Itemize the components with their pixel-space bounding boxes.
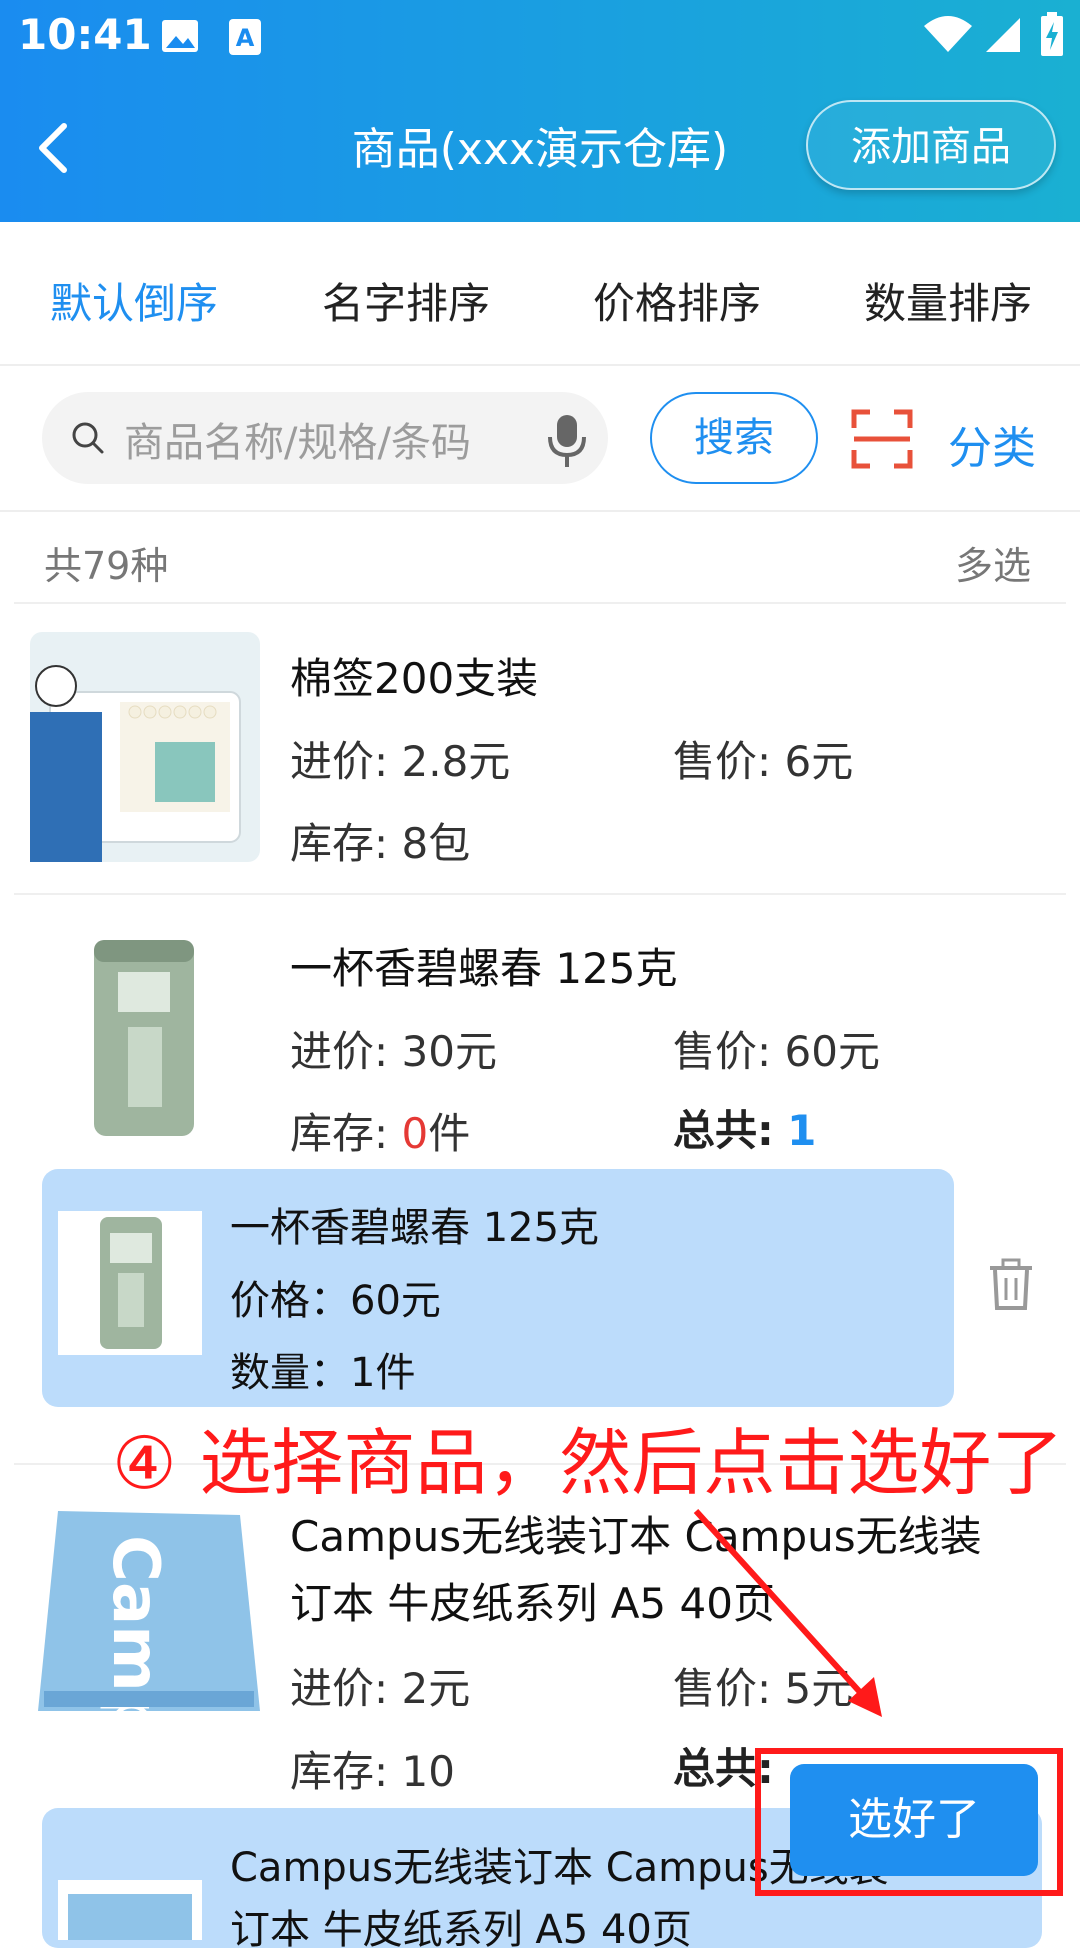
selected-item-name-line2: 订本 牛皮纸系列 A5 40页 [230,1907,692,1953]
annotation-text: ④ 选择商品，然后点击选好了 [112,1421,1064,1505]
annotation-arrow-icon [693,1508,882,1717]
divider [0,364,1080,366]
product-name: 棉签200支装 [290,654,539,703]
stock: 库存: 0件 [290,1109,471,1158]
divider [14,893,1066,895]
tab-quantity-sort[interactable]: 数量排序 [864,270,1032,331]
category-button[interactable]: 分类 [948,412,1036,476]
image-icon [162,20,198,52]
sale-price: 售价: 60元 [673,1027,880,1076]
svg-text:Campus: Campus [98,1535,172,1717]
add-product-button[interactable]: 添加商品 [806,100,1056,190]
selected-item-quantity: 数量：1件 [230,1350,416,1396]
signal-icon [986,18,1020,52]
search-placeholder: 商品名称/规格/条码 [124,420,471,466]
total-count: 总共: 1 [673,1106,817,1155]
selected-item-image [58,1880,202,1940]
cost-price: 进价: 2元 [290,1664,471,1713]
product-image[interactable] [30,632,260,862]
tab-default-desc[interactable]: 默认倒序 [50,270,218,331]
tab-price-sort[interactable]: 价格排序 [593,270,761,331]
cost-price: 进价: 2.8元 [290,737,511,786]
back-chevron-icon[interactable] [30,112,78,184]
svg-text:A: A [236,24,255,52]
product-image[interactable]: Campus [34,1505,260,1821]
sale-price: 售价: 6元 [673,737,854,786]
scan-barcode-icon[interactable] [850,408,914,470]
selected-item-image [58,1211,202,1355]
selected-item-price: 价格：60元 [230,1278,441,1324]
product-image[interactable] [88,932,200,1142]
wifi-icon [924,16,972,52]
selected-item-name: 一杯香碧螺春 125克 [230,1205,600,1251]
annotation-highlight-box [755,1748,1063,1896]
divider [14,602,1066,604]
page-title: 商品(xxx演示仓库) [351,124,729,175]
stock: 库存: 8包 [290,819,471,868]
status-bar: 10:41 A [0,0,1080,72]
multi-select-button[interactable]: 多选 [955,535,1031,590]
stock: 库存: 10 [290,1747,455,1796]
product-count: 共79种 [44,544,169,588]
microphone-icon[interactable] [545,413,589,469]
battery-charging-icon [1041,12,1063,56]
product-name: 一杯香碧螺春 125克 [290,944,678,993]
search-icon [72,422,104,454]
cost-price: 进价: 30元 [290,1027,497,1076]
trash-icon[interactable] [986,1258,1036,1310]
status-time: 10:41 [18,10,152,59]
a-notification-icon: A [229,19,261,55]
tab-name-sort[interactable]: 名字排序 [322,270,490,331]
divider [0,510,1080,512]
search-button[interactable]: 搜索 [650,392,818,484]
